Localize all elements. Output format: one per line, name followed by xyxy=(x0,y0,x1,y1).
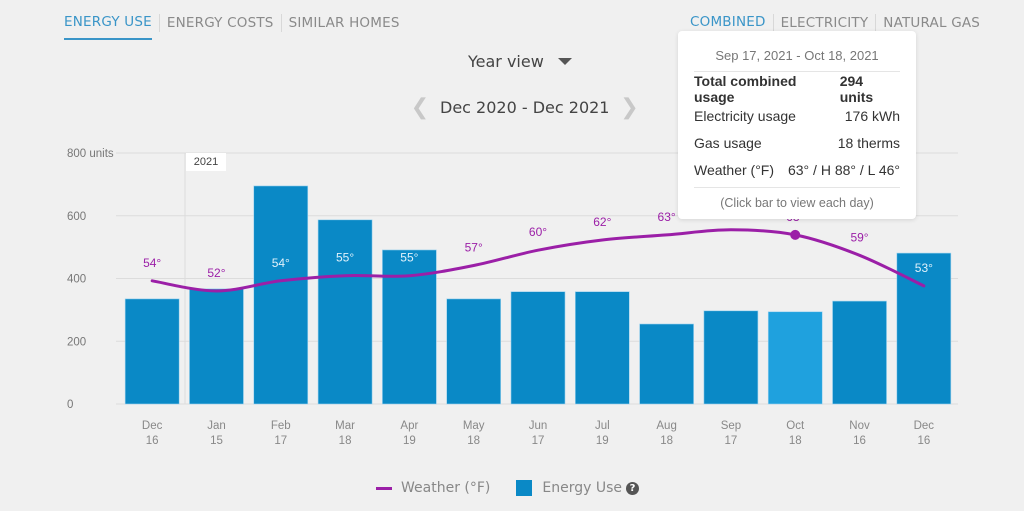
bar[interactable] xyxy=(574,291,630,405)
weather-label: 59° xyxy=(850,230,868,244)
tooltip-row-gas: Gas usage 18 therms xyxy=(694,129,900,156)
x-axis-ticks: Dec 16 Jan 15 Feb 17 Mar 18 Apr 19 May 18 Jun 17 Jul 19… xyxy=(142,420,934,447)
x-tick-day: 17 xyxy=(725,435,738,447)
bar[interactable] xyxy=(253,185,309,405)
bar[interactable] xyxy=(446,298,502,405)
x-tick-month: Dec xyxy=(142,420,163,432)
x-tick-month: Apr xyxy=(400,420,418,432)
tooltip-value: 176 kWh xyxy=(844,107,900,124)
x-tick-day: 19 xyxy=(403,435,416,447)
tooltip: Sep 17, 2021 - Oct 18, 2021 Total combin… xyxy=(678,31,916,219)
weather-label: 57° xyxy=(465,241,483,255)
bar[interactable] xyxy=(639,323,694,405)
x-tick-day: 16 xyxy=(853,435,866,447)
y-tick-label: 800 units xyxy=(67,148,114,160)
x-tick-day: 17 xyxy=(532,435,545,447)
x-tick-month: Dec xyxy=(914,420,935,432)
x-tick-day: 16 xyxy=(917,435,930,447)
tooltip-value: 294 units xyxy=(839,72,874,105)
tooltip-value: 63° / H 88° / L 46° xyxy=(787,161,900,178)
year-tag: 2021 xyxy=(186,153,226,171)
weather-label: 62° xyxy=(593,215,611,229)
x-tick-month: Oct xyxy=(786,420,805,432)
x-tick-month: Aug xyxy=(656,420,676,432)
x-tick-month: May xyxy=(463,420,485,432)
tooltip-row-electricity: Electricity usage 176 kWh xyxy=(694,102,900,129)
tooltip-footer: (Click bar to view each day) xyxy=(694,187,900,210)
weather-label: 54° xyxy=(272,256,290,270)
x-tick-day: 18 xyxy=(660,435,673,447)
x-tick-month: Feb xyxy=(271,420,291,432)
tooltip-value: 18 therms xyxy=(837,134,900,151)
tooltip-label: Gas usage xyxy=(694,134,762,151)
tooltip-row-total: Total combined usage 294 units xyxy=(694,72,900,105)
x-tick-month: Sep xyxy=(721,420,741,432)
x-tick-day: 17 xyxy=(274,435,287,447)
x-tick-month: Mar xyxy=(335,420,355,432)
y-tick-label: 400 xyxy=(67,274,86,286)
legend-weather-swatch xyxy=(376,486,392,490)
x-tick-month: Nov xyxy=(849,420,870,432)
y-tick-label: 600 xyxy=(67,211,86,223)
y-axis-ticks: 0 200 400 600 800 units xyxy=(67,148,114,411)
weather-label: 60° xyxy=(529,225,547,239)
bar[interactable] xyxy=(703,310,759,405)
x-tick-day: 18 xyxy=(467,435,480,447)
y-tick-label: 0 xyxy=(67,399,73,411)
weather-label: 52° xyxy=(207,266,225,280)
weather-point-selected xyxy=(790,229,801,240)
tooltip-label: Total combined usage xyxy=(694,72,797,105)
x-tick-day: 18 xyxy=(339,435,352,447)
weather-label: 55° xyxy=(400,251,418,265)
x-tick-day: 15 xyxy=(210,435,223,447)
weather-label: 55° xyxy=(336,251,354,265)
legend-energy-swatch xyxy=(516,480,533,496)
y-tick-label: 200 xyxy=(67,336,86,348)
legend-weather-label[interactable]: Weather (°F) xyxy=(401,480,490,496)
bar[interactable] xyxy=(510,291,566,405)
x-tick-month: Jun xyxy=(529,420,548,432)
x-tick-month: Jan xyxy=(207,420,226,432)
legend: Weather (°F) Energy Use ? xyxy=(376,480,639,496)
weather-label: 53° xyxy=(915,261,933,275)
bar[interactable] xyxy=(317,219,373,405)
bar[interactable] xyxy=(189,288,244,405)
x-tick-month: Jul xyxy=(595,420,610,432)
bar[interactable] xyxy=(767,311,823,405)
tooltip-date: Sep 17, 2021 - Oct 18, 2021 xyxy=(694,48,900,72)
legend-energy-label[interactable]: Energy Use xyxy=(542,480,622,496)
weather-label: 54° xyxy=(143,256,161,270)
help-icon[interactable]: ? xyxy=(626,481,639,495)
bar[interactable] xyxy=(124,298,180,405)
bar[interactable] xyxy=(832,300,887,405)
x-tick-day: 19 xyxy=(596,435,609,447)
weather-label: 63° xyxy=(658,210,676,224)
tooltip-label: Weather (°F) xyxy=(694,161,775,178)
x-tick-day: 16 xyxy=(146,435,159,447)
tooltip-row-weather: Weather (°F) 63° / H 88° / L 46° xyxy=(694,156,900,183)
tooltip-label: Electricity usage xyxy=(694,107,796,124)
x-tick-day: 18 xyxy=(789,435,802,447)
